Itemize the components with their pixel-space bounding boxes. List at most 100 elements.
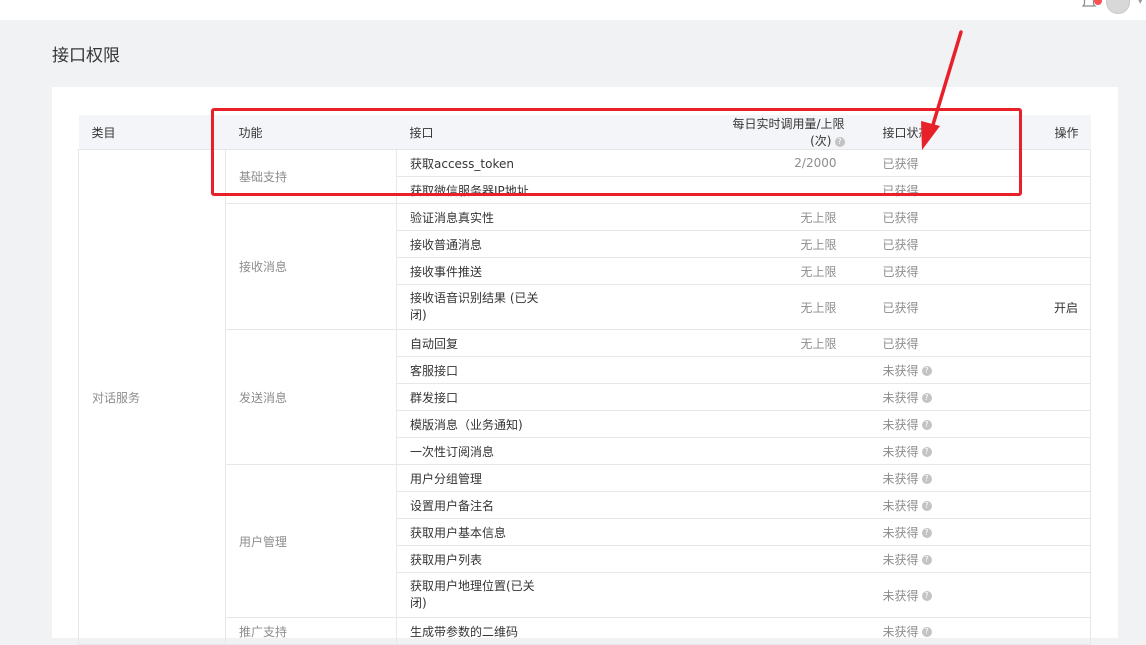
api-status: 已获得 [869, 230, 1009, 258]
api-status: 未获得? [869, 410, 1009, 438]
group-receive-message: 接收消息 [225, 203, 397, 330]
status-text: 未获得 [882, 363, 919, 378]
api-op [1008, 257, 1091, 285]
api-limit: 无上限 [701, 329, 870, 357]
api-op [1008, 410, 1091, 438]
api-status: 未获得? [869, 617, 1009, 645]
api-limit: 无上限 [701, 230, 870, 258]
api-name: 接收普通消息 [396, 230, 702, 258]
api-limit [701, 383, 870, 411]
api-limit [701, 491, 870, 519]
api-status: 未获得? [869, 518, 1009, 546]
api-op [1008, 437, 1091, 465]
api-name: 一次性订阅消息 [396, 437, 702, 465]
chevron-down-icon[interactable]: ▾ [1138, 0, 1146, 7]
api-limit [701, 410, 870, 438]
api-limit [701, 356, 870, 384]
top-right-controls: ▾ [1080, 0, 1146, 14]
api-name-text: 获取用户地理位置(已关闭) [410, 579, 535, 610]
help-icon[interactable]: ? [921, 501, 932, 511]
api-op [1008, 545, 1091, 573]
api-limit [701, 518, 870, 546]
api-limit [701, 617, 870, 645]
api-limit [701, 572, 870, 618]
table-row: 发送消息 自动回复 无上限 已获得 [79, 329, 1091, 465]
api-limit: 无上限 [701, 257, 870, 285]
api-op [1008, 572, 1091, 618]
api-name: 获取用户地理位置(已关闭) [396, 572, 702, 618]
bell-icon[interactable] [1080, 0, 1102, 11]
api-status: 已获得 [869, 257, 1009, 285]
status-text: 未获得 [882, 390, 919, 405]
help-icon[interactable]: ? [921, 591, 932, 601]
help-icon[interactable]: ? [921, 420, 932, 430]
status-text: 未获得 [882, 525, 919, 540]
api-op [1008, 230, 1091, 258]
api-name: 用户分组管理 [396, 464, 702, 492]
api-op [1008, 617, 1091, 645]
api-name: 模版消息（业务通知) [396, 410, 702, 438]
page-title: 接口权限 [52, 46, 120, 66]
help-icon[interactable]: ? [921, 474, 932, 484]
api-limit [701, 545, 870, 573]
api-op [1008, 464, 1091, 492]
status-text: 未获得 [882, 498, 919, 513]
category-cell: 对话服务 [78, 149, 226, 645]
api-status: 未获得? [869, 464, 1009, 492]
group-send-message: 发送消息 [225, 329, 397, 465]
help-icon[interactable]: ? [921, 393, 932, 403]
group-promotion-support: 推广支持 [225, 617, 397, 645]
api-status: 未获得? [869, 545, 1009, 573]
api-name: 接收事件推送 [396, 257, 702, 285]
api-op [1008, 491, 1091, 519]
api-status: 已获得 [869, 329, 1009, 357]
status-text: 未获得 [882, 444, 919, 459]
help-icon[interactable]: ? [921, 555, 932, 565]
column-header-category: 类目 [78, 115, 226, 150]
notification-dot [1094, 0, 1102, 5]
api-status: 未获得? [869, 383, 1009, 411]
api-limit: 无上限 [701, 284, 870, 330]
status-text: 未获得 [882, 624, 919, 639]
api-op [1008, 329, 1091, 357]
status-text: 未获得 [882, 471, 919, 486]
help-icon[interactable]: ? [921, 447, 932, 457]
help-icon[interactable]: ? [921, 366, 932, 376]
help-icon[interactable]: ? [921, 528, 932, 538]
api-status: 未获得? [869, 491, 1009, 519]
api-status: 已获得 [869, 284, 1009, 330]
group-user-management: 用户管理 [225, 464, 397, 618]
api-limit: 无上限 [701, 203, 870, 231]
api-status: 未获得? [869, 572, 1009, 618]
api-op [1008, 356, 1091, 384]
table-row: 推广支持 生成带参数的二维码 未获得? [79, 617, 1091, 645]
api-limit [701, 437, 870, 465]
api-name: 接收语音识别结果 (已关闭) [396, 284, 702, 330]
api-name-text: 接收语音识别结果 (已关闭) [410, 291, 539, 322]
status-text: 未获得 [882, 417, 919, 432]
api-status: 未获得? [869, 437, 1009, 465]
table-row: 接收消息 验证消息真实性 无上限 已获得 [79, 203, 1091, 330]
highlight-box [211, 108, 1022, 196]
api-name: 设置用户备注名 [396, 491, 702, 519]
top-bar [0, 0, 1146, 20]
api-name: 生成带参数的二维码 [396, 617, 702, 645]
enable-button[interactable]: 开启 [1008, 284, 1091, 330]
api-name: 获取用户列表 [396, 545, 702, 573]
status-text: 未获得 [882, 588, 919, 603]
api-status: 已获得 [869, 203, 1009, 231]
api-name: 自动回复 [396, 329, 702, 357]
api-status: 未获得? [869, 356, 1009, 384]
help-icon[interactable]: ? [921, 627, 932, 637]
api-name: 获取用户基本信息 [396, 518, 702, 546]
api-name: 客服接口 [396, 356, 702, 384]
api-op [1008, 518, 1091, 546]
avatar[interactable] [1106, 0, 1130, 14]
api-op [1008, 383, 1091, 411]
table-row: 用户管理 用户分组管理 未获得? [79, 464, 1091, 618]
api-name: 群发接口 [396, 383, 702, 411]
api-limit [701, 464, 870, 492]
status-text: 未获得 [882, 552, 919, 567]
api-op [1008, 203, 1091, 231]
api-name: 验证消息真实性 [396, 203, 702, 231]
